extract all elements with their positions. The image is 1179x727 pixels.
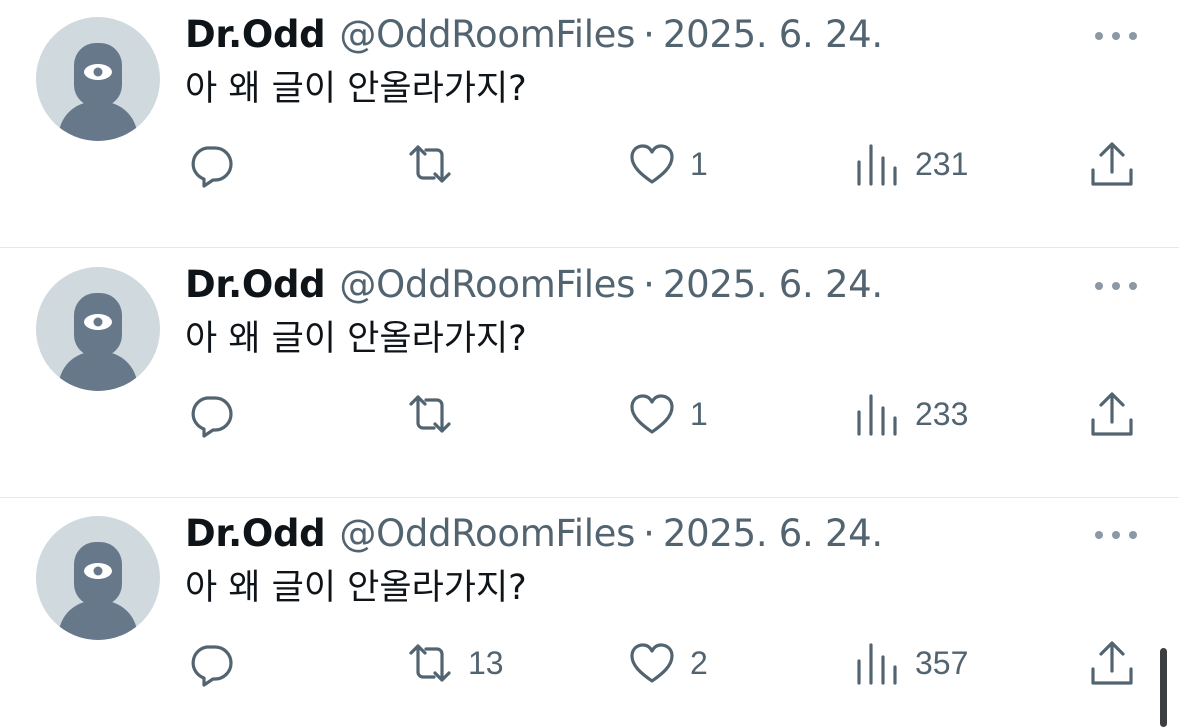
author-handle[interactable]: @OddRoomFiles — [339, 261, 635, 309]
views-icon — [857, 394, 897, 436]
like-button[interactable]: 1 — [628, 389, 708, 439]
heart-icon — [630, 394, 674, 434]
tweet[interactable]: Dr.Odd @OddRoomFiles · 2025. 6. 24. 아 왜 … — [0, 0, 1179, 248]
like-button[interactable]: 1 — [628, 139, 708, 189]
more-options-icon[interactable] — [1092, 522, 1140, 548]
author-name[interactable]: Dr.Odd — [185, 11, 326, 59]
tweet-date[interactable]: 2025. 6. 24. — [663, 11, 883, 59]
tweet-header: Dr.Odd @OddRoomFiles · 2025. 6. 24. — [185, 11, 883, 59]
header-separator: · — [643, 512, 655, 555]
heart-icon — [630, 643, 674, 683]
views-button[interactable]: 233 — [853, 389, 968, 439]
avatar[interactable] — [36, 516, 160, 640]
author-handle[interactable]: @OddRoomFiles — [339, 11, 635, 59]
tweet[interactable]: Dr.Odd @OddRoomFiles · 2025. 6. 24. 아 왜 … — [0, 498, 1179, 727]
share-icon — [1091, 142, 1133, 186]
default-avatar-icon — [58, 542, 138, 640]
tweet-divider — [0, 247, 1179, 248]
avatar[interactable] — [36, 267, 160, 391]
view-count: 233 — [915, 395, 969, 432]
reply-icon — [191, 146, 233, 188]
heart-icon — [630, 144, 674, 184]
like-button[interactable]: 2 — [628, 638, 708, 688]
more-options-icon[interactable] — [1092, 23, 1140, 49]
more-options-icon[interactable] — [1092, 273, 1140, 299]
header-separator: · — [643, 13, 655, 56]
retweet-button[interactable] — [406, 389, 468, 439]
tweet-text: 아 왜 글이 안올라가지? — [185, 69, 527, 109]
like-count: 1 — [690, 145, 708, 182]
header-separator: · — [643, 263, 655, 306]
tweet[interactable]: Dr.Odd @OddRoomFiles · 2025. 6. 24. 아 왜 … — [0, 249, 1179, 498]
retweet-icon — [409, 395, 451, 433]
view-count: 231 — [915, 145, 969, 182]
scrollbar[interactable] — [1160, 648, 1167, 727]
reply-button[interactable] — [187, 638, 249, 688]
like-count: 2 — [690, 644, 708, 681]
views-icon — [857, 643, 897, 685]
share-button[interactable] — [1088, 139, 1136, 189]
retweet-icon — [409, 145, 451, 183]
default-avatar-icon — [58, 293, 138, 391]
retweet-button[interactable]: 13 — [406, 638, 504, 688]
tweet-date[interactable]: 2025. 6. 24. — [663, 510, 883, 558]
share-icon — [1091, 641, 1133, 685]
avatar[interactable] — [36, 17, 160, 141]
default-avatar-icon — [58, 43, 138, 141]
tweet-text: 아 왜 글이 안올라가지? — [185, 568, 527, 608]
retweet-button[interactable] — [406, 139, 468, 189]
reply-icon — [191, 645, 233, 687]
retweet-count: 13 — [468, 644, 504, 681]
view-count: 357 — [915, 644, 969, 681]
author-name[interactable]: Dr.Odd — [185, 510, 326, 558]
tweet-header: Dr.Odd @OddRoomFiles · 2025. 6. 24. — [185, 510, 883, 558]
share-button[interactable] — [1088, 389, 1136, 439]
like-count: 1 — [690, 395, 708, 432]
tweet-date[interactable]: 2025. 6. 24. — [663, 261, 883, 309]
views-button[interactable]: 231 — [853, 139, 968, 189]
views-button[interactable]: 357 — [853, 638, 968, 688]
views-icon — [857, 144, 897, 186]
tweet-header: Dr.Odd @OddRoomFiles · 2025. 6. 24. — [185, 261, 883, 309]
reply-icon — [191, 396, 233, 438]
author-name[interactable]: Dr.Odd — [185, 261, 326, 309]
tweet-text: 아 왜 글이 안올라가지? — [185, 319, 527, 359]
tweet-feed: Dr.Odd @OddRoomFiles · 2025. 6. 24. 아 왜 … — [0, 0, 1179, 727]
retweet-icon — [409, 644, 451, 682]
reply-button[interactable] — [187, 139, 249, 189]
author-handle[interactable]: @OddRoomFiles — [339, 510, 635, 558]
share-button[interactable] — [1088, 638, 1136, 688]
share-icon — [1091, 392, 1133, 436]
reply-button[interactable] — [187, 389, 249, 439]
